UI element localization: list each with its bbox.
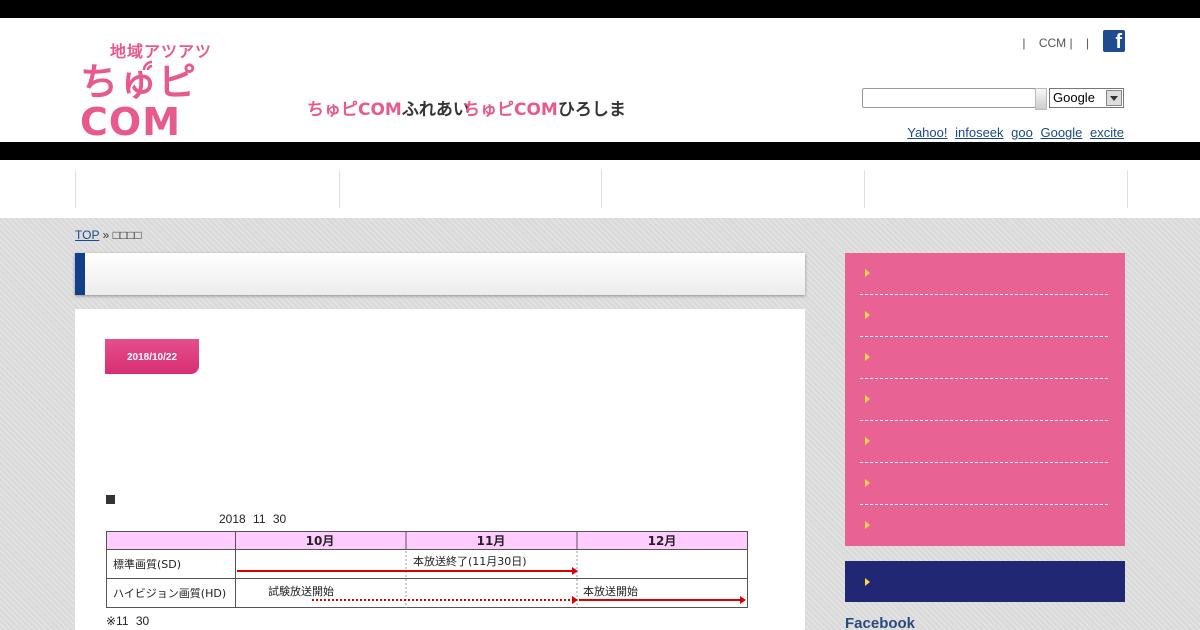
row-label-hd: ハイビジョン画質(HD)	[113, 586, 226, 600]
triangle-right-icon	[865, 353, 870, 361]
nav-divider	[1127, 170, 1128, 208]
triangle-right-icon	[865, 479, 870, 487]
sidebar-menu-item[interactable]	[860, 421, 1108, 463]
top-black-bar	[0, 0, 1200, 18]
search-engine-links: Yahoo! infoseek goo Google excite	[903, 125, 1124, 140]
triangle-right-icon	[865, 578, 870, 586]
engine-link-infoseek[interactable]: infoseek	[955, 125, 1003, 140]
search-input[interactable]	[862, 88, 1036, 108]
nav-divider	[339, 170, 340, 208]
header-bottom-bar	[0, 142, 1200, 160]
sidebar-banner-link[interactable]	[845, 561, 1125, 602]
triangle-right-icon	[865, 311, 870, 319]
facebook-heading: Facebook	[845, 615, 916, 630]
triangle-right-icon	[865, 437, 870, 445]
article-body: 2018/10/22 2018 11 30 10月 11月 12月 標準画質(S…	[75, 309, 805, 630]
month-header-dec: 12月	[648, 534, 677, 548]
sidebar-menu-item[interactable]	[860, 379, 1108, 421]
hiroshima-suffix: ひろしま	[557, 100, 626, 120]
page-title-bar	[75, 253, 805, 295]
engine-link-excite[interactable]: excite	[1090, 125, 1124, 140]
engine-link-google[interactable]: Google	[1040, 125, 1082, 140]
engine-link-yahoo[interactable]: Yahoo!	[907, 125, 947, 140]
triangle-right-icon	[865, 269, 870, 277]
sidebar-menu	[845, 253, 1125, 546]
search-button[interactable]	[1035, 88, 1047, 110]
site-header: 地域アツアツ ちゅピCOM ちゅピCOMふれあい ちゅピCOMひろしま | CC…	[0, 18, 1200, 142]
hd-trial-annotation: 試験放送開始	[268, 584, 334, 598]
triangle-right-icon	[865, 521, 870, 529]
engine-link-goo[interactable]: goo	[1011, 125, 1033, 140]
toplink-sep[interactable]: |	[1086, 36, 1089, 50]
triangle-right-icon	[865, 395, 870, 403]
chevron-down-icon	[1106, 90, 1122, 106]
sidebar-menu-item[interactable]	[860, 253, 1108, 295]
facebook-icon[interactable]: f	[1103, 30, 1125, 53]
search-engine-selected: Google	[1053, 90, 1095, 105]
hiroshima-brand: ちゅピCOM	[463, 100, 558, 120]
fureai-suffix: ふれあい	[401, 100, 470, 120]
month-header-nov: 11月	[477, 534, 506, 548]
sidebar-menu-item[interactable]	[860, 337, 1108, 379]
toplink-sep[interactable]: |	[1022, 36, 1025, 50]
sidebar-menu-item[interactable]	[860, 463, 1108, 505]
row-label-sd: 標準画質(SD)	[113, 557, 181, 571]
site-logo[interactable]: 地域アツアツ ちゅピCOM	[80, 38, 250, 142]
title-accent	[75, 253, 85, 295]
global-nav	[0, 160, 1200, 218]
month-header-oct: 10月	[306, 534, 335, 548]
toplink-ccm[interactable]: CCM |	[1039, 36, 1073, 50]
hd-start-annotation: 本放送開始	[583, 584, 638, 598]
broadcast-schedule-table: 10月 11月 12月 標準画質(SD) ハイビジョン画質(HD) 本放送終了(…	[106, 531, 748, 608]
breadcrumb: TOP » □□□□	[75, 228, 142, 242]
sidebar-menu-item[interactable]	[860, 295, 1108, 337]
nav-divider	[601, 170, 602, 208]
sd-end-annotation: 本放送終了(11月30日)	[413, 554, 527, 568]
article-note: ※11 30	[106, 614, 150, 628]
fureai-brand: ちゅピCOM	[307, 100, 402, 120]
breadcrumb-current: □□□□	[112, 228, 142, 242]
bullet-icon	[106, 495, 115, 504]
nav-divider	[864, 170, 865, 208]
nav-divider	[75, 170, 76, 208]
date-badge: 2018/10/22	[105, 339, 199, 374]
fureai-logo-link[interactable]: ちゅピCOMふれあい	[307, 100, 470, 120]
article-date-line: 2018 11 30	[219, 512, 287, 526]
breadcrumb-separator: »	[102, 228, 110, 242]
breadcrumb-home[interactable]: TOP	[75, 228, 99, 242]
hiroshima-logo-link[interactable]: ちゅピCOMひろしま	[463, 100, 626, 120]
search-engine-select[interactable]: Google	[1049, 88, 1124, 108]
sidebar-menu-item[interactable]	[860, 505, 1108, 547]
logo-wordmark: ちゅピCOM	[80, 60, 198, 144]
